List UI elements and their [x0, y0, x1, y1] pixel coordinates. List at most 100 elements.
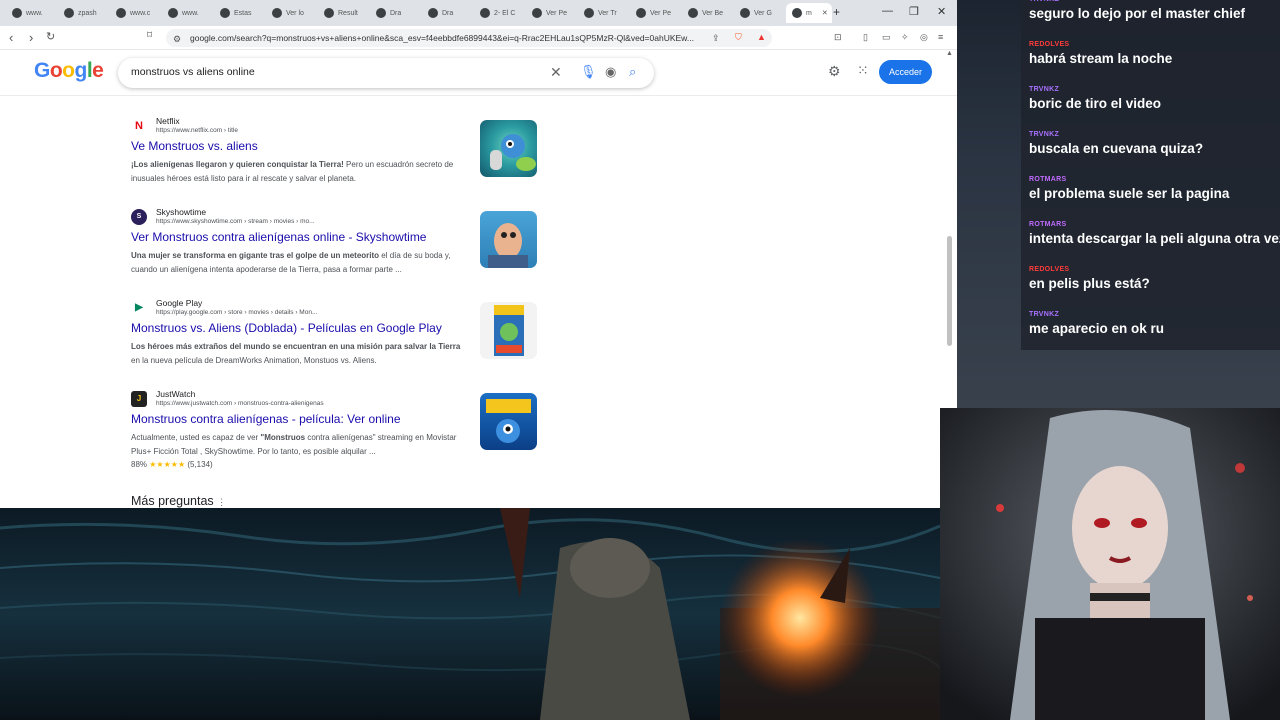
chat-username: ROTMARS [1029, 176, 1067, 183]
browser-tab[interactable]: Ver G [734, 3, 786, 23]
webcam-image [940, 408, 1280, 720]
browser-tab[interactable]: Result [318, 3, 370, 23]
wallet-icon[interactable]: ▭ [882, 32, 891, 43]
vpn-icon[interactable]: ◎ [920, 32, 928, 43]
browser-tab[interactable]: 2- El C [474, 3, 526, 23]
chat-text: buscala en cuevana quiza? [1029, 141, 1204, 156]
tab-label: m [806, 9, 812, 17]
search-result: J JustWatch https://www.justwatch.com › … [131, 389, 541, 489]
tab-label: Ver Pe [546, 9, 568, 17]
site-info-icon[interactable]: ⚙ [173, 34, 181, 45]
chat-text: intenta descargar la peli alguna otra ve… [1029, 231, 1280, 246]
more-questions-heading: Más preguntas ⋮ [131, 494, 227, 508]
close-tab-icon[interactable]: ✕ [822, 9, 828, 17]
result-url[interactable]: https://www.skyshowtime.com › stream › m… [156, 218, 315, 225]
tab-favicon-icon [376, 8, 386, 18]
lens-icon[interactable]: ◉ [605, 64, 616, 80]
tab-favicon-icon [168, 8, 178, 18]
result-site: Netflix [156, 116, 180, 126]
browser-tab[interactable]: Estas [214, 3, 266, 23]
browser-tab[interactable]: www. [162, 3, 214, 23]
browser-tab[interactable]: Ver Pe [630, 3, 682, 23]
chat-message: TRVNKZ boric de tiro el video [1029, 86, 1161, 111]
game-scene [0, 508, 940, 720]
scrollbar-thumb[interactable] [947, 236, 952, 346]
restore-icon[interactable]: ❐ [909, 5, 919, 18]
share-icon[interactable]: ⇪ [712, 33, 720, 44]
minimize-icon[interactable]: — [882, 5, 893, 17]
result-site: Skyshowtime [156, 207, 207, 217]
tab-label: Dra [442, 9, 454, 17]
browser-tab[interactable]: Ver Be [682, 3, 734, 23]
rating-count: (5,134) [187, 460, 213, 469]
browser-tab[interactable]: www. [6, 3, 58, 23]
tab-strip: www. zpash www.c www. Estas Ver lo Result Dra Dr… [0, 0, 957, 26]
chat-text: boric de tiro el video [1029, 96, 1162, 111]
result-site: Google Play [156, 298, 203, 308]
google-play-favicon-icon: ▶ [135, 302, 143, 313]
browser-tab[interactable]: zpash [58, 3, 110, 23]
new-tab-icon[interactable]: + [833, 5, 840, 19]
netflix-favicon-icon: N [135, 120, 143, 132]
chat-message: REDOLVES en pelis plus está? [1029, 266, 1150, 291]
tab-label: www. [182, 9, 199, 17]
leo-icon[interactable]: ✧ [901, 32, 909, 43]
reload-icon[interactable]: ↻ [46, 30, 55, 43]
apps-grid-icon[interactable]: ⁙ [857, 62, 869, 79]
back-icon[interactable]: ‹ [9, 30, 13, 45]
browser-tab[interactable]: Dra [370, 3, 422, 23]
more-options-icon[interactable]: ⋮ [217, 497, 226, 507]
chat-message: TRVNKZ me aparecio en ok ru [1029, 311, 1164, 336]
address-bar: ‹ › ↻ ⌑ google.com/search?q=monstruos+vs… [0, 26, 957, 50]
result-thumbnail[interactable] [480, 120, 537, 177]
browser-tab[interactable]: m ✕ [786, 3, 832, 23]
sidebar-icon[interactable]: ▯ [863, 32, 868, 43]
search-result: N Netflix https://www.netflix.com › titl… [131, 116, 541, 196]
screenshot-icon[interactable]: ⊡ [834, 32, 842, 43]
result-url[interactable]: https://www.justwatch.com › monstruos-co… [156, 400, 324, 407]
result-url[interactable]: https://play.google.com › store › movies… [156, 309, 317, 316]
forward-icon[interactable]: › [29, 30, 33, 45]
rating-stars-icon: ★★★★★ [149, 460, 186, 469]
chat-text: me aparecio en ok ru [1029, 321, 1165, 336]
result-title-link[interactable]: Ve Monstruos vs. aliens [131, 139, 258, 153]
browser-tab[interactable]: Dra [422, 3, 474, 23]
tab-label: Ver lo [286, 9, 304, 17]
result-title-link[interactable]: Monstruos contra alienígenas - película:… [131, 412, 401, 426]
result-title-link[interactable]: Monstruos vs. Aliens (Doblada) - Películ… [131, 321, 442, 335]
close-window-icon[interactable]: ✕ [937, 5, 946, 18]
url-input[interactable]: google.com/search?q=monstruos+vs+aliens+… [166, 29, 772, 47]
menu-icon[interactable]: ≡ [938, 32, 943, 42]
rewards-icon[interactable]: ▲ [757, 32, 766, 42]
tab-label: Result [338, 9, 358, 17]
result-url[interactable]: https://www.netflix.com › title [156, 127, 238, 134]
tab-label: Estas [234, 9, 252, 17]
clear-icon[interactable]: ✕ [550, 64, 562, 81]
settings-gear-icon[interactable]: ⚙ [828, 63, 841, 80]
search-icon[interactable]: ⌕ [629, 64, 636, 80]
browser-tab[interactable]: Ver lo [266, 3, 318, 23]
result-thumbnail[interactable] [480, 211, 537, 268]
scroll-up-icon[interactable]: ▲ [946, 50, 953, 57]
bookmark-icon[interactable]: ⌑ [147, 30, 152, 41]
signin-button[interactable]: Acceder [879, 60, 932, 84]
result-title-link[interactable]: Ver Monstruos contra alienígenas online … [131, 230, 426, 244]
browser-tab[interactable]: Ver Pe [526, 3, 578, 23]
google-logo[interactable]: Google [34, 59, 104, 83]
tab-favicon-icon [740, 8, 750, 18]
tab-label: www. [26, 9, 43, 17]
result-thumbnail[interactable] [480, 393, 537, 450]
search-box[interactable]: monstruos vs aliens online ✕ 🎙 ◉ ⌕ [118, 58, 654, 88]
tab-favicon-icon [428, 8, 438, 18]
tab-favicon-icon [584, 8, 594, 18]
brave-shield-icon[interactable]: ⛉ [735, 32, 742, 43]
chat-username: TRVNKZ [1029, 86, 1060, 93]
browser-tab[interactable]: www.c [110, 3, 162, 23]
mic-icon[interactable]: 🎙 [580, 64, 597, 80]
search-input[interactable]: monstruos vs aliens online [131, 66, 255, 78]
browser-tab[interactable]: Ver Tr [578, 3, 630, 23]
result-thumbnail[interactable] [480, 302, 537, 359]
tab-favicon-icon [220, 8, 230, 18]
tab-label: Ver Pe [650, 9, 672, 17]
tab-favicon-icon [272, 8, 282, 18]
